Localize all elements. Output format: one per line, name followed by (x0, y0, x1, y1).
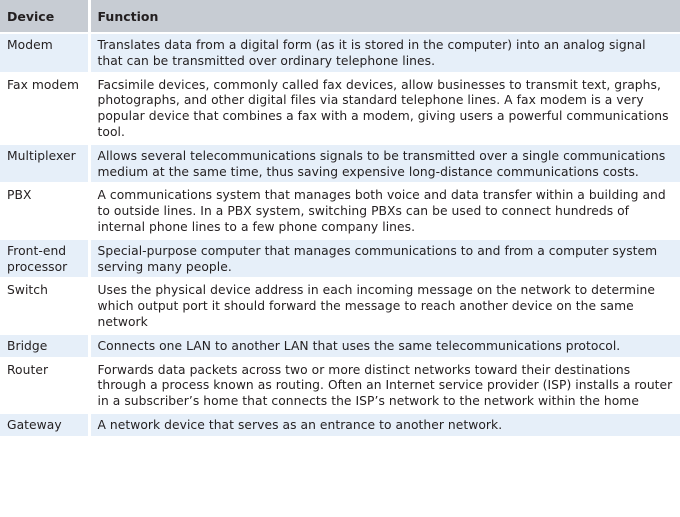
function-cell: Translates data from a digital form (as … (89, 33, 680, 74)
function-cell: Facsimile devices, commonly called fax d… (89, 72, 680, 145)
device-cell: Bridge (0, 333, 91, 359)
function-cell: Allows several telecommunications signal… (89, 143, 680, 185)
device-cell: Switch (0, 278, 91, 335)
table-row: Router Forwards data packets across two … (0, 357, 680, 414)
table-row: Modem Translates data from a digital for… (0, 33, 680, 74)
function-cell: Connects one LAN to another LAN that use… (89, 333, 680, 359)
table-row: Bridge Connects one LAN to another LAN t… (0, 333, 680, 359)
table-row: Front-end processor Special-purpose comp… (0, 238, 680, 280)
table-row: Fax modem Facsimile devices, commonly ca… (0, 72, 680, 145)
device-cell: Modem (0, 33, 91, 74)
device-cell: Front-end processor (0, 238, 91, 280)
column-header-device: Device (0, 0, 91, 34)
column-header-function: Function (89, 0, 680, 34)
device-cell: Router (0, 357, 91, 414)
function-cell: A communications system that manages bot… (89, 183, 680, 240)
table-row: Switch Uses the physical device address … (0, 278, 680, 335)
device-cell: Gateway (0, 412, 91, 438)
function-cell: Forwards data packets across two or more… (89, 357, 680, 414)
function-cell: A network device that serves as an entra… (89, 412, 680, 438)
device-cell: Multiplexer (0, 143, 91, 185)
device-cell: Fax modem (0, 72, 91, 145)
function-cell: Uses the physical device address in each… (89, 278, 680, 335)
table-row: Multiplexer Allows several telecommunica… (0, 143, 680, 185)
table-row: PBX A communications system that manages… (0, 183, 680, 240)
device-cell: PBX (0, 183, 91, 240)
table-row: Gateway A network device that serves as … (0, 412, 680, 438)
function-cell: Special-purpose computer that manages co… (89, 238, 680, 280)
table-header-row: Device Function (0, 0, 680, 34)
devices-table: Device Function Modem Translates data fr… (0, 0, 680, 438)
